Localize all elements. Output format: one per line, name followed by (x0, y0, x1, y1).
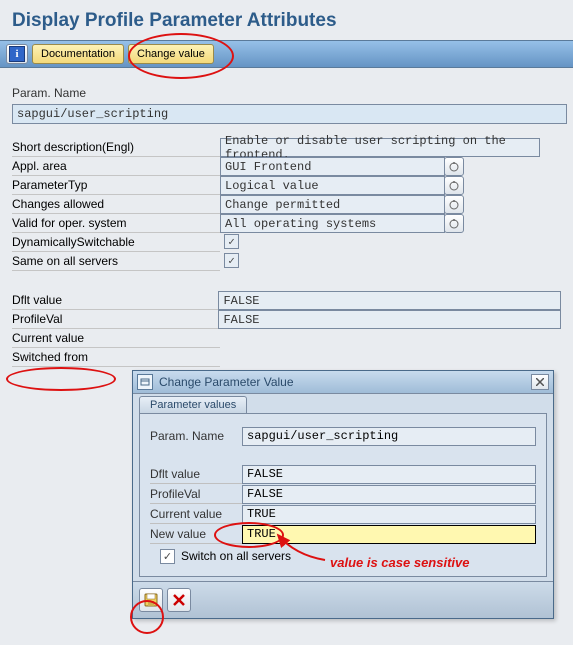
dyn-switch-checkbox[interactable]: ✓ (224, 234, 239, 249)
dlg-profile-value: FALSE (242, 485, 536, 504)
changes-allowed-label: Changes allowed (12, 195, 220, 214)
dlg-dflt-value: FALSE (242, 465, 536, 484)
documentation-button[interactable]: Documentation (32, 44, 124, 64)
profile-label: ProfileVal (12, 310, 218, 329)
dflt-label: Dflt value (12, 291, 218, 310)
changes-allowed-text: Change permitted (225, 198, 340, 212)
valid-os-label: Valid for oper. system (12, 214, 220, 233)
dlg-param-name-label: Param. Name (150, 427, 242, 446)
switch-all-checkbox[interactable]: ✓ (160, 549, 175, 564)
dlg-current-label: Current value (150, 504, 242, 524)
dlg-dflt-label: Dflt value (150, 464, 242, 484)
dyn-switch-value: ✓ (220, 233, 443, 250)
param-typ-text: Logical value (225, 179, 319, 193)
dialog-title-text: Change Parameter Value (159, 375, 531, 389)
cancel-button[interactable] (167, 588, 191, 612)
dlg-current-value: TRUE (242, 505, 536, 524)
value-help-button[interactable] (444, 157, 464, 176)
change-value-button[interactable]: Change value (128, 44, 214, 64)
dialog-icon (137, 374, 153, 390)
dflt-value: FALSE (218, 291, 561, 310)
dialog-close-button[interactable] (531, 374, 549, 390)
changes-allowed-value: Change permitted (220, 195, 445, 214)
dlg-profile-label: ProfileVal (150, 484, 242, 504)
valid-os-text: All operating systems (225, 217, 376, 231)
save-button[interactable] (139, 588, 163, 612)
short-desc-value: Enable or disable user scripting on the … (220, 138, 540, 157)
change-param-dialog: Change Parameter Value Parameter values … (132, 370, 554, 619)
appl-area-label: Appl. area (12, 157, 220, 176)
info-icon: i (9, 46, 25, 62)
page-title: Display Profile Parameter Attributes (0, 0, 573, 40)
same-servers-checkbox[interactable]: ✓ (224, 253, 239, 268)
value-help-button[interactable] (444, 176, 464, 195)
dlg-param-name-value: sapgui/user_scripting (242, 427, 536, 446)
toolbar: i Documentation Change value (0, 40, 573, 68)
save-icon (144, 593, 158, 607)
appl-area-text: GUI Frontend (225, 160, 311, 174)
same-servers-label: Same on all servers (12, 252, 220, 271)
param-typ-label: ParameterTyp (12, 176, 220, 195)
dyn-switch-label: DynamicallySwitchable (12, 233, 220, 252)
dialog-footer (133, 581, 553, 618)
current-label: Current value (12, 329, 220, 348)
dialog-content: Param. Name sapgui/user_scripting Dflt v… (139, 413, 547, 577)
param-name-value: sapgui/user_scripting (12, 104, 567, 124)
appl-area-value: GUI Frontend (220, 157, 445, 176)
value-help-button[interactable] (444, 214, 464, 233)
short-desc-label: Short description(Engl) (12, 138, 220, 157)
same-servers-value: ✓ (220, 252, 443, 269)
cancel-icon (173, 594, 185, 606)
info-button[interactable]: i (6, 44, 28, 64)
valid-os-value: All operating systems (220, 214, 445, 233)
annotation-current-value-circle (6, 367, 116, 391)
close-icon (536, 378, 544, 386)
value-help-button[interactable] (444, 195, 464, 214)
dlg-new-value-input[interactable]: TRUE (242, 525, 536, 544)
switch-all-label: Switch on all servers (181, 549, 291, 563)
switched-label: Switched from (12, 348, 220, 367)
dlg-new-label: New value (150, 524, 242, 544)
tab-parameter-values[interactable]: Parameter values (139, 396, 247, 413)
profile-value: FALSE (218, 310, 561, 329)
param-name-label: Param. Name (12, 86, 561, 100)
param-typ-value: Logical value (220, 176, 445, 195)
dialog-titlebar[interactable]: Change Parameter Value (133, 371, 553, 394)
